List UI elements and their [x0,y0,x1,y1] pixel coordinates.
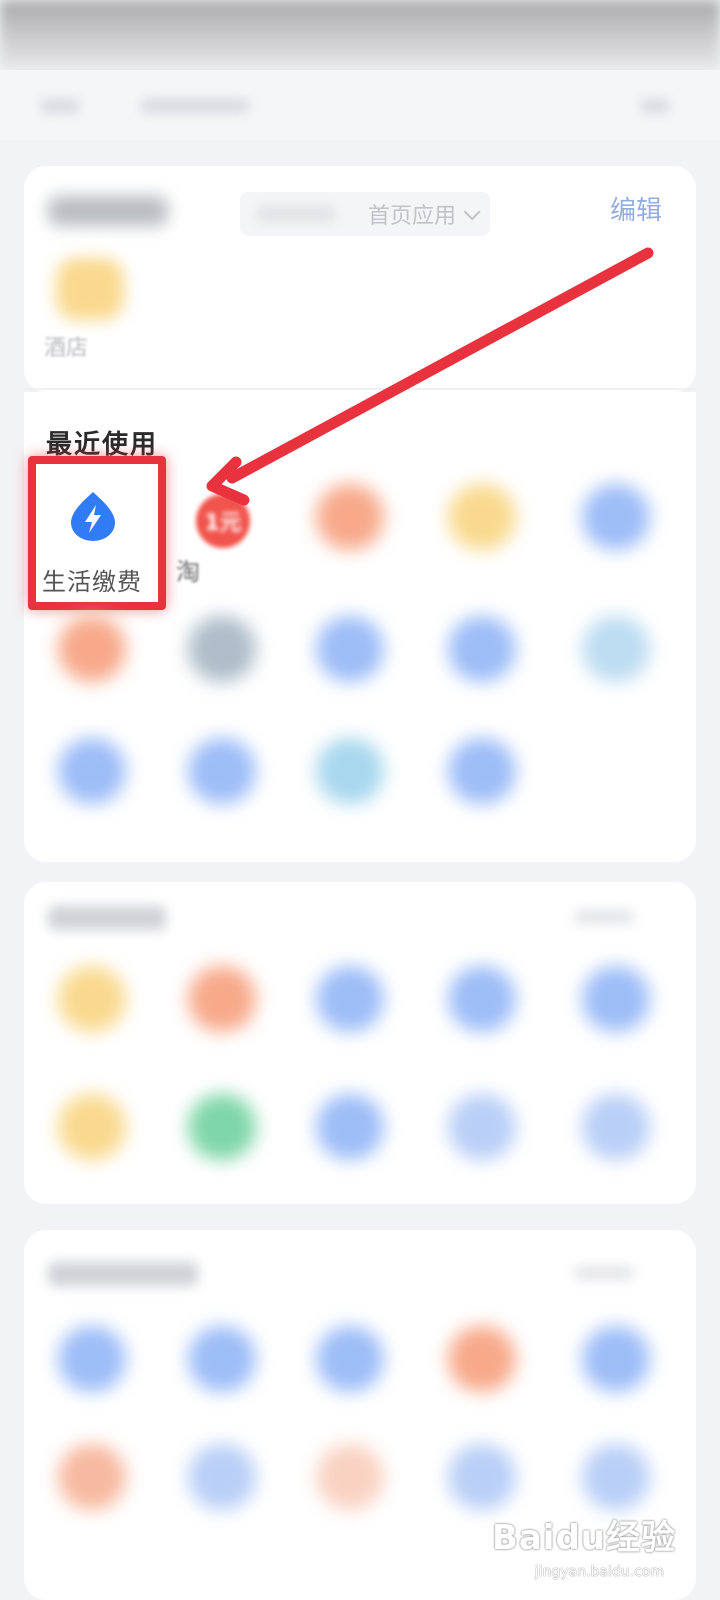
section-divider [24,388,696,390]
top-bar [0,70,720,140]
homepage-apps-select[interactable]: 首页应用 [240,192,490,236]
app-icon[interactable] [188,616,256,682]
app-icon[interactable] [582,966,650,1032]
app-icon[interactable] [58,616,126,682]
promo-badge[interactable]: 1元 [196,494,250,548]
app-icon[interactable] [582,1444,650,1510]
app-icon[interactable] [58,1326,126,1392]
app-icon[interactable] [448,1326,516,1392]
app-icon[interactable] [316,966,384,1032]
chevron-down-icon [463,203,481,221]
app-icon[interactable] [316,616,384,682]
app-icon[interactable] [448,1094,516,1160]
watermark-url: jingyan.baidu.com [534,1564,664,1580]
homepage-select-label: 首页应用 [367,204,456,229]
app-icon[interactable] [316,1326,384,1392]
app-icon[interactable] [316,1094,384,1160]
hotel-app-label: 酒店 [44,336,89,361]
app-icon[interactable] [188,1326,256,1392]
app-icon[interactable] [58,966,126,1032]
app-icon[interactable] [188,1444,256,1510]
app-icon[interactable] [582,484,650,550]
taobao-app-label: 淘 [176,558,200,586]
app-icon[interactable] [188,738,256,804]
more-link[interactable] [574,1266,634,1280]
app-icon[interactable] [58,738,126,804]
homepage-select-lead-text [256,206,336,222]
back-icon[interactable] [40,98,80,114]
app-icon[interactable] [316,738,384,804]
baidu-watermark: Baidu经验 [491,1518,676,1558]
app-icon[interactable] [448,966,516,1032]
more-icon[interactable] [640,98,670,114]
app-icon[interactable] [188,966,256,1032]
app-icon[interactable] [582,1326,650,1392]
app-icon[interactable] [448,1444,516,1510]
app-icon[interactable] [58,1444,126,1510]
category-title [48,906,166,930]
edit-button[interactable]: 编辑 [610,190,662,227]
app-icon[interactable] [448,738,516,804]
app-icon[interactable] [582,1094,650,1160]
app-icon[interactable] [188,1094,256,1160]
app-icon[interactable] [448,616,516,682]
app-icon[interactable] [316,484,384,550]
app-icon[interactable] [448,484,516,550]
app-icon[interactable] [58,1094,126,1160]
home-apps-title [48,196,168,226]
hotel-icon[interactable] [56,258,124,320]
category-title [48,1262,198,1286]
more-link[interactable] [574,910,634,924]
status-bar [0,0,720,70]
app-icon[interactable] [316,1444,384,1510]
app-icon[interactable] [582,616,650,682]
top-bar-title [140,98,250,114]
highlight-box [28,456,166,610]
